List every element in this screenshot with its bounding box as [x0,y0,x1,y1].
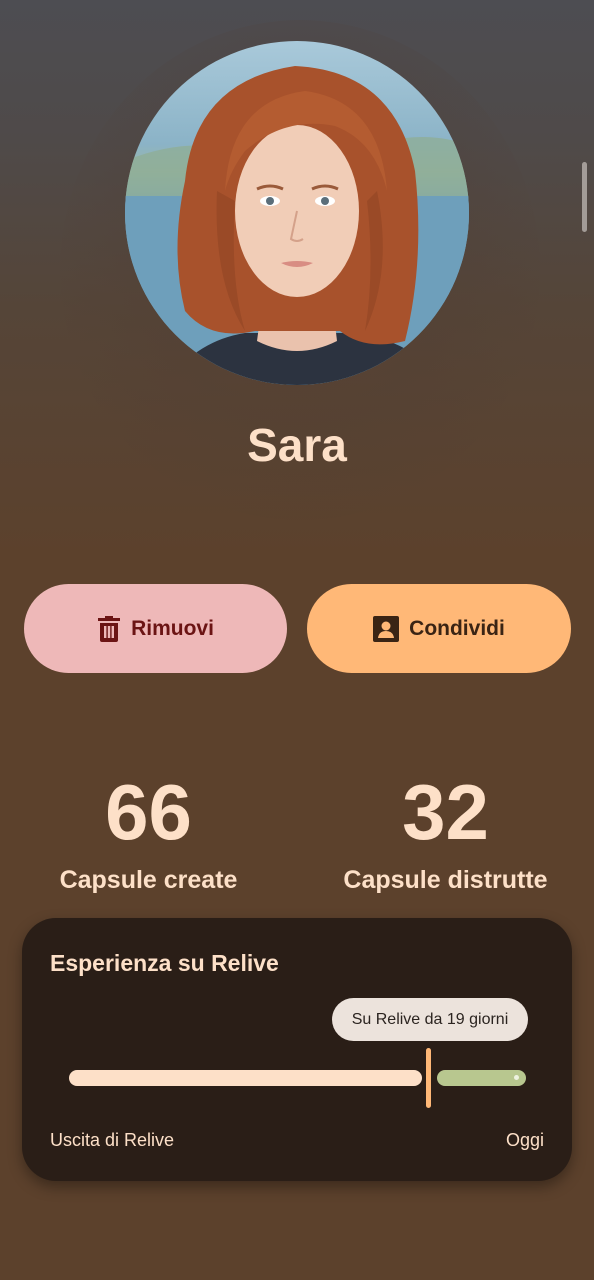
slider-track-elapsed [69,1070,422,1086]
contact-card-icon [373,615,400,642]
scrollbar[interactable] [582,162,587,232]
remove-button[interactable]: Rimuovi [24,584,287,673]
stat-value: 66 [105,768,192,856]
slider-thumb[interactable] [426,1048,431,1108]
trash-icon [98,615,121,642]
experience-card: Esperienza su Relive Su Relive da 19 gio… [22,918,572,1181]
slider-start-label: Uscita di Relive [50,1130,175,1150]
slider-end-dot [514,1075,519,1080]
remove-button-label: Rimuovi [131,616,214,640]
stat-value: 32 [402,768,489,856]
stat-capsules-created: 66 Capsule create [0,770,297,895]
profile-name: Sara [247,419,347,471]
stat-label: Capsule create [59,866,238,894]
experience-tooltip: Su Relive da 19 giorni [332,998,528,1041]
stat-capsules-destroyed: 32 Capsule distrutte [297,770,594,895]
stat-label: Capsule distrutte [343,866,548,894]
experience-title: Esperienza su Relive [50,950,279,976]
slider-end-label: Oggi [505,1130,544,1150]
slider-track-remaining [437,1070,526,1086]
share-button[interactable]: Condividi [307,584,571,673]
avatar[interactable] [125,41,469,385]
avatar-photo [125,66,469,385]
share-button-label: Condividi [409,616,505,640]
